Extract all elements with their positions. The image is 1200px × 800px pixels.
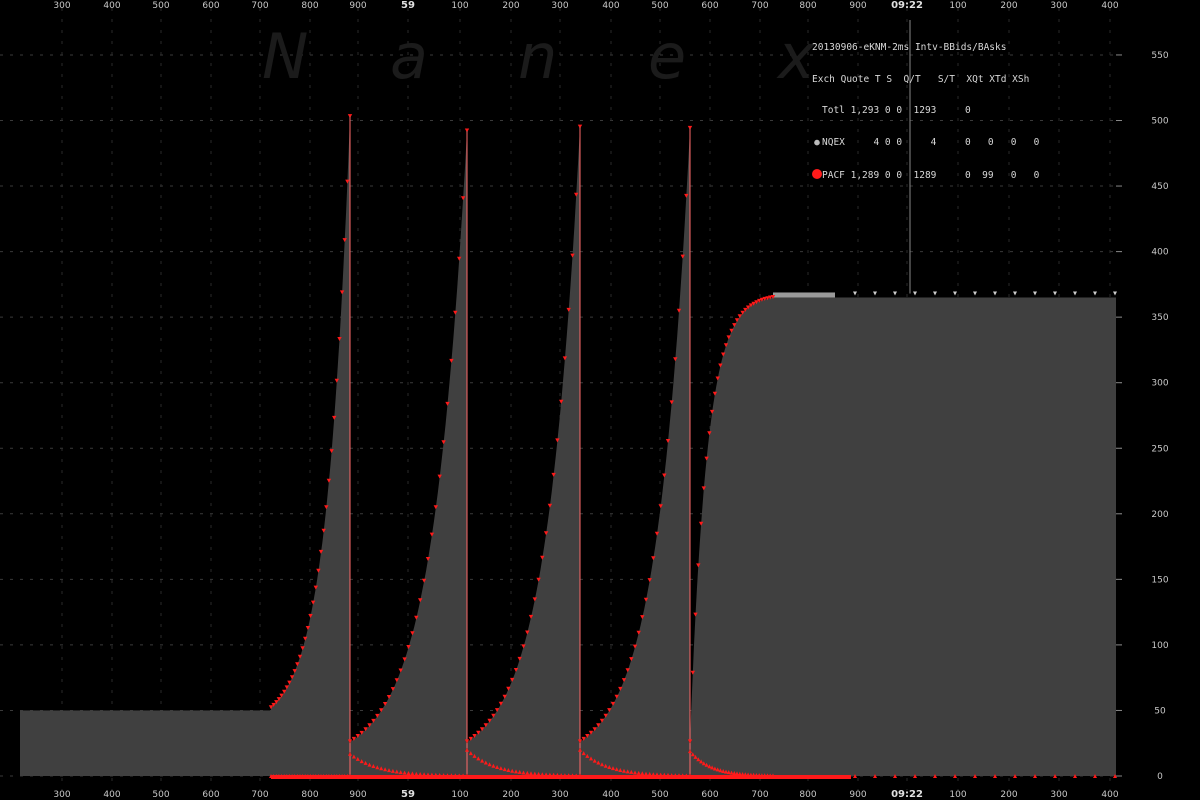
nanex-watermark: Na n e x: [262, 20, 816, 93]
x-tick-label-top: 300: [551, 1, 568, 11]
x-tick-label-top: 400: [103, 1, 120, 11]
x-tick-label-top: 200: [1000, 1, 1017, 11]
x-tick-label-top: 800: [301, 1, 318, 11]
x-tick-label-bottom: 300: [1050, 790, 1067, 800]
x-tick-label-top: 700: [751, 1, 768, 11]
x-tick-label-bottom: 200: [502, 790, 519, 800]
flat-ask-marker: [933, 291, 937, 296]
flat-ask-marker: [993, 291, 997, 296]
x-tick-label-top: 600: [701, 1, 718, 11]
ask-area-cycle: [271, 116, 350, 777]
ask-area-flat-start: [20, 710, 271, 776]
flat-ask-marker: [1093, 291, 1097, 296]
y-tick-label: 500: [1151, 117, 1168, 127]
y-tick-label: 50: [1154, 706, 1166, 716]
x-tick-label-bottom: 900: [349, 790, 366, 800]
x-tick-label-top: 400: [1101, 1, 1118, 11]
x-axis-bottom: 300 400 500 600 700 800 900 59 100 200 300 400 500 60…: [53, 789, 1118, 800]
flat-ask-marker: [1053, 291, 1057, 296]
x-tick-label-bottom: 900: [849, 790, 866, 800]
x-tick-label-bottom: 500: [152, 790, 169, 800]
ask-area-series: [20, 116, 1116, 777]
x-tick-label-bottom: 59: [401, 789, 415, 800]
flat-ask-marker: [1013, 291, 1017, 296]
flat-ask-marker: [873, 291, 877, 296]
flat-ask-marker: [913, 291, 917, 296]
watermark-letter: x: [776, 20, 816, 93]
watermark-letter: n: [518, 20, 557, 93]
flat-ask-marker: [893, 291, 897, 296]
y-tick-label: 150: [1151, 575, 1168, 585]
x-tick-label-bottom: 600: [202, 790, 219, 800]
x-tick-label-bottom: 400: [1101, 790, 1118, 800]
watermark-letter: e: [648, 20, 686, 93]
x-tick-label-top: 300: [1050, 1, 1067, 11]
ask-cap-bar: [773, 292, 835, 298]
x-tick-label-bottom: 700: [751, 790, 768, 800]
x-tick-label-bottom: 700: [251, 790, 268, 800]
x-tick-label-bottom: 600: [701, 790, 718, 800]
ask-area-cycle: [467, 127, 580, 777]
x-tick-label-top: 100: [949, 1, 966, 11]
flat-ask-marker: [1073, 291, 1077, 296]
bid-baseline-bar: [690, 775, 835, 779]
flat-ask-marker: [1113, 291, 1117, 296]
ask-area-cycle: [580, 128, 690, 776]
x-tick-label-bottom: 300: [53, 790, 70, 800]
y-tick-label: 250: [1151, 444, 1168, 454]
x-tick-label-top: 500: [152, 1, 169, 11]
flat-ask-marker: [1033, 291, 1037, 296]
y-tick-label: 300: [1151, 379, 1168, 389]
x-tick-label-top: 900: [349, 1, 366, 11]
x-tick-label-bottom: 100: [451, 790, 468, 800]
flat-ask-marker: [953, 291, 957, 296]
ask-area-cycle: [350, 131, 467, 776]
grey-dot-icon: ●: [814, 136, 820, 148]
x-tick-label-bottom: 100: [949, 790, 966, 800]
x-tick-label-top: 100: [451, 1, 468, 11]
legend-row-pacf: PACF 1,289 0 0 1289 0 99 0 0: [812, 169, 1039, 181]
watermark-letter: a: [390, 20, 428, 93]
x-tick-label-top: 500: [651, 1, 668, 11]
x-tick-label-bottom: 300: [551, 790, 568, 800]
x-tick-label-top: 200: [502, 1, 519, 11]
legend-header: Exch Quote T S Q/T S/T XQt XTd XSh: [812, 73, 1030, 85]
y-tick-label: 400: [1151, 248, 1168, 258]
legend-row-totl: Totl 1,293 0 0 1293 0: [822, 105, 971, 116]
flat-ask-marker: [973, 291, 977, 296]
watermark-letter: N: [262, 20, 308, 93]
y-tick-label: 200: [1151, 510, 1168, 520]
y-tick-label: 350: [1151, 313, 1168, 323]
legend-title: 20130906-eKNM-2ms Intv-BBids/BAsks: [812, 42, 1007, 53]
x-tick-label-top: 800: [799, 1, 816, 11]
x-tick-label-bottom: 200: [1000, 790, 1017, 800]
y-axis: 0 50 100 150 200 250 300 350 400 450 500 550: [1116, 51, 1169, 782]
x-tick-label-top: 59: [401, 0, 415, 11]
ask-area-cycle: [690, 297, 773, 776]
x-tick-label-bottom: 09:22: [891, 789, 923, 800]
red-dot-icon: [812, 169, 822, 179]
x-tick-label-top: 900: [849, 1, 866, 11]
x-tick-label-top: 400: [602, 1, 619, 11]
y-tick-label: 450: [1151, 182, 1168, 192]
x-tick-label-bottom: 400: [103, 790, 120, 800]
x-tick-label-bottom: 800: [301, 790, 318, 800]
ask-area-flat-end: [773, 297, 1116, 776]
x-axis-top: 300 400 500 600 700 800 900 59 100 200 300 400 500 60…: [53, 0, 1118, 11]
x-tick-label-bottom: 400: [602, 790, 619, 800]
x-tick-label-top: 700: [251, 1, 268, 11]
flat-ask-marker: [853, 291, 857, 296]
legend-row-nqex: ● NQEX 4 0 0 4 0 0 0 0: [812, 136, 1039, 149]
y-tick-label: 550: [1151, 51, 1168, 61]
x-tick-label-bottom: 500: [651, 790, 668, 800]
exchange-legend: 20130906-eKNM-2ms Intv-BBids/BAsks Exch …: [812, 22, 1039, 190]
x-tick-label-top: 09:22: [891, 0, 923, 11]
x-tick-label-top: 600: [202, 1, 219, 11]
y-tick-label: 100: [1151, 641, 1168, 651]
x-tick-label-top: 300: [53, 1, 70, 11]
x-tick-label-bottom: 800: [799, 790, 816, 800]
y-tick-label: 0: [1157, 772, 1163, 782]
